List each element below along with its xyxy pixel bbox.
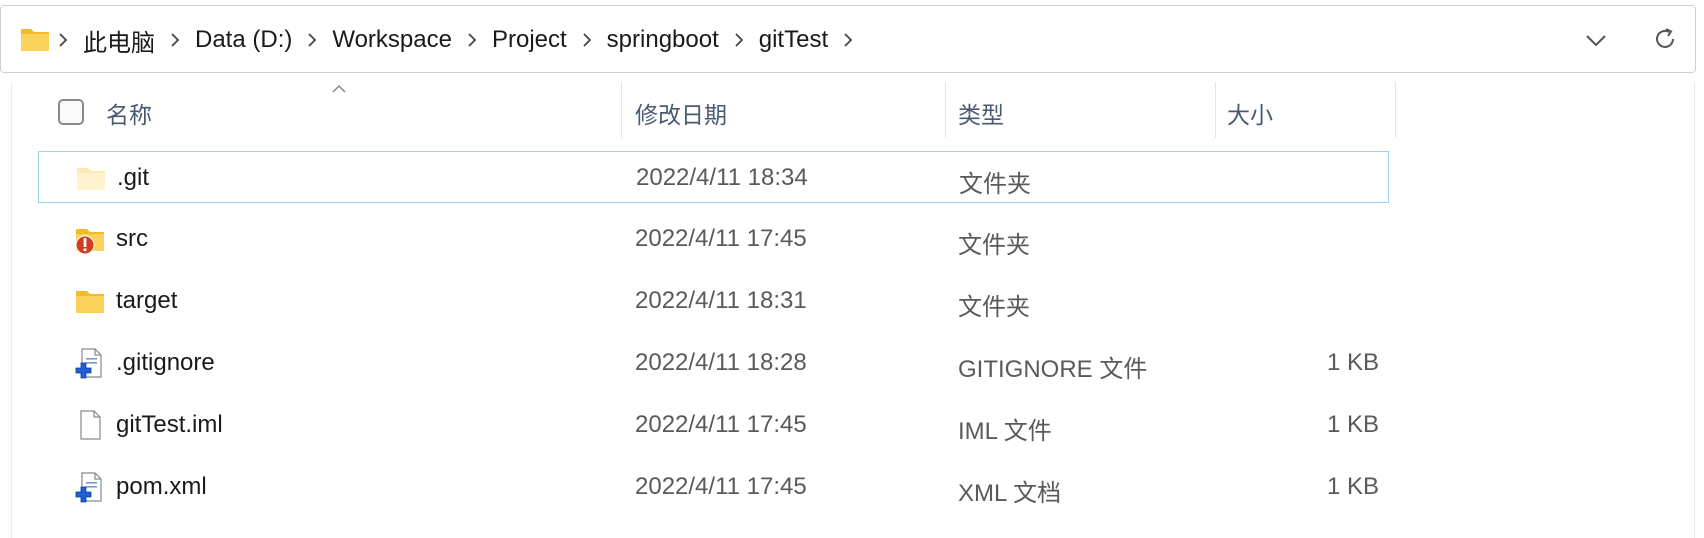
breadcrumb: 此电脑 Data (D:) Workspace Project springbo… (57, 6, 854, 74)
pane-right-border (1694, 82, 1695, 538)
breadcrumb-project[interactable]: Project (492, 26, 567, 54)
file-name[interactable]: gitTest.iml (116, 411, 223, 439)
breadcrumb-drive-d[interactable]: Data (D:) (195, 26, 292, 54)
column-header-type[interactable]: 类型 (958, 96, 1004, 130)
chevron-right-icon[interactable] (733, 31, 745, 49)
address-bar[interactable]: 此电脑 Data (D:) Workspace Project springbo… (0, 5, 1696, 73)
column-header-name[interactable]: 名称 (106, 96, 152, 130)
file-name[interactable]: target (116, 287, 177, 315)
file-modified: 2022/4/11 17:45 (635, 473, 807, 500)
select-all-checkbox[interactable] (58, 99, 84, 125)
pane-left-border (11, 82, 12, 538)
file-size: 1 KB (1326, 349, 1379, 376)
refresh-icon[interactable] (1652, 26, 1678, 52)
file-row[interactable]: .git 2022/4/11 18:34 文件夹 (38, 151, 1389, 203)
file-modified: 2022/4/11 17:45 (635, 411, 807, 438)
breadcrumb-springboot[interactable]: springboot (607, 26, 719, 54)
chevron-right-icon[interactable] (581, 31, 593, 49)
folder-hidden-icon (77, 168, 105, 190)
file-type: 文件夹 (958, 232, 1030, 259)
column-divider[interactable] (1395, 82, 1396, 138)
file-modified: 2022/4/11 18:34 (636, 164, 808, 191)
file-type: IML 文件 (958, 418, 1052, 445)
folder-icon (21, 29, 49, 51)
breadcrumb-this-pc[interactable]: 此电脑 (83, 23, 155, 58)
chevron-right-icon[interactable] (57, 31, 69, 49)
file-name[interactable]: pom.xml (116, 473, 207, 501)
file-row[interactable]: target 2022/4/11 18:31 文件夹 (38, 275, 1389, 327)
column-divider[interactable] (945, 82, 946, 138)
file-type: GITIGNORE 文件 (958, 356, 1148, 383)
file-tortoise-icon (75, 348, 102, 379)
file-row[interactable]: gitTest.iml 2022/4/11 17:45 IML 文件 1 KB (38, 399, 1389, 451)
file-name[interactable]: src (116, 225, 148, 253)
file-tortoise-icon (75, 472, 102, 503)
file-row[interactable]: pom.xml 2022/4/11 17:45 XML 文档 1 KB (38, 461, 1389, 513)
file-type: 文件夹 (959, 171, 1031, 198)
file-row[interactable]: src 2022/4/11 17:45 文件夹 (38, 213, 1389, 265)
column-header-row (0, 82, 1704, 140)
file-size: 1 KB (1326, 411, 1379, 438)
file-name[interactable]: .gitignore (116, 349, 215, 377)
chevron-right-icon[interactable] (842, 31, 854, 49)
chevron-right-icon[interactable] (306, 31, 318, 49)
chevron-right-icon[interactable] (466, 31, 478, 49)
file-modified: 2022/4/11 17:45 (635, 225, 807, 252)
file-name[interactable]: .git (117, 164, 149, 192)
column-divider[interactable] (1215, 82, 1216, 138)
column-header-modified[interactable]: 修改日期 (635, 96, 727, 130)
file-modified: 2022/4/11 18:31 (635, 287, 807, 314)
chevron-right-icon[interactable] (169, 31, 181, 49)
file-type: 文件夹 (958, 294, 1030, 321)
sort-ascending-icon (332, 84, 346, 93)
blank-file-icon (80, 410, 101, 440)
folder-error-icon (75, 229, 104, 255)
file-row[interactable]: .gitignore 2022/4/11 18:28 GITIGNORE 文件 … (38, 337, 1389, 389)
file-explorer-window: 此电脑 Data (D:) Workspace Project springbo… (0, 0, 1704, 538)
chevron-down-icon[interactable] (1583, 30, 1609, 50)
file-modified: 2022/4/11 18:28 (635, 349, 807, 376)
breadcrumb-workspace[interactable]: Workspace (332, 26, 452, 54)
file-size: 1 KB (1326, 473, 1379, 500)
folder-icon (76, 291, 104, 313)
file-type: XML 文档 (958, 480, 1062, 507)
column-divider[interactable] (621, 82, 622, 138)
breadcrumb-gittest[interactable]: gitTest (759, 26, 828, 54)
column-header-size[interactable]: 大小 (1227, 96, 1273, 130)
